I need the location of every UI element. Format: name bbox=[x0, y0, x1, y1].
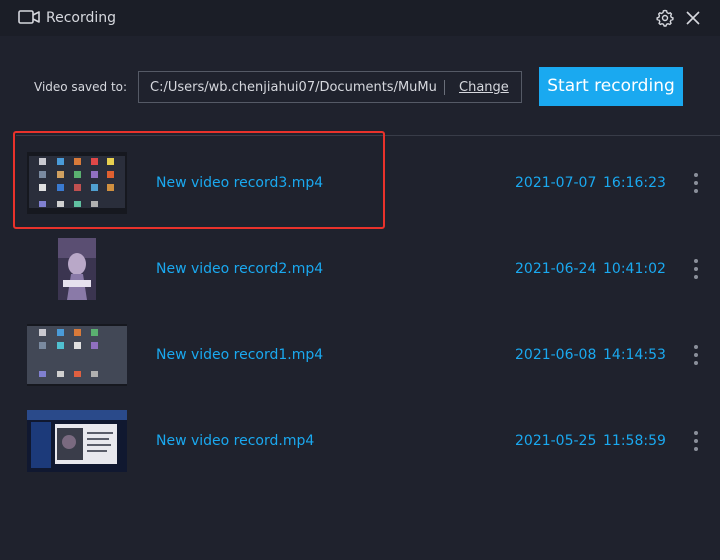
gear-icon[interactable] bbox=[656, 9, 674, 27]
video-thumbnail[interactable] bbox=[27, 324, 127, 386]
more-options-icon[interactable] bbox=[690, 257, 702, 281]
recording-window: Recording Video saved to: C:/Users/wb.ch… bbox=[0, 0, 720, 560]
video-thumbnail[interactable] bbox=[27, 410, 127, 472]
recording-row[interactable]: New video record2.mp4 2021-06-24 10:41:0… bbox=[0, 238, 720, 324]
video-thumbnail[interactable] bbox=[27, 152, 127, 214]
video-thumbnail[interactable] bbox=[27, 238, 127, 300]
path-separator bbox=[444, 80, 445, 95]
recording-filename[interactable]: New video record.mp4 bbox=[156, 432, 314, 450]
divider bbox=[16, 135, 720, 136]
recording-row[interactable]: New video record.mp4 2021-05-25 11:58:59 bbox=[0, 410, 720, 496]
save-path-field[interactable]: C:/Users/wb.chenjiahui07/Documents/MuMu … bbox=[138, 71, 522, 103]
recording-time: 10:41:02 bbox=[603, 261, 666, 277]
save-path-value[interactable]: C:/Users/wb.chenjiahui07/Documents/MuMu bbox=[150, 79, 436, 96]
more-options-icon[interactable] bbox=[690, 171, 702, 195]
recording-row[interactable]: New video record3.mp4 2021-07-07 16:16:2… bbox=[0, 152, 720, 238]
recording-row[interactable]: New video record1.mp4 2021-06-08 14:14:5… bbox=[0, 324, 720, 410]
recording-time: 11:58:59 bbox=[603, 433, 666, 449]
recording-filename[interactable]: New video record2.mp4 bbox=[156, 260, 323, 278]
recording-filename[interactable]: New video record1.mp4 bbox=[156, 346, 323, 364]
title-bar: Recording bbox=[0, 0, 720, 36]
recording-time: 16:16:23 bbox=[603, 175, 666, 191]
start-recording-button[interactable]: Start recording bbox=[539, 67, 683, 106]
close-icon[interactable] bbox=[684, 9, 702, 27]
change-path-link[interactable]: Change bbox=[459, 79, 509, 96]
more-options-icon[interactable] bbox=[690, 343, 702, 367]
recording-time: 14:14:53 bbox=[603, 347, 666, 363]
recording-date: 2021-06-08 bbox=[515, 347, 597, 363]
recording-date: 2021-06-24 bbox=[515, 261, 597, 277]
window-title: Recording bbox=[46, 10, 117, 26]
recording-date: 2021-05-25 bbox=[515, 433, 597, 449]
save-path-label: Video saved to: bbox=[34, 80, 128, 94]
video-camera-icon bbox=[18, 10, 40, 24]
recording-filename[interactable]: New video record3.mp4 bbox=[156, 174, 323, 192]
recording-date: 2021-07-07 bbox=[515, 175, 597, 191]
more-options-icon[interactable] bbox=[690, 429, 702, 453]
